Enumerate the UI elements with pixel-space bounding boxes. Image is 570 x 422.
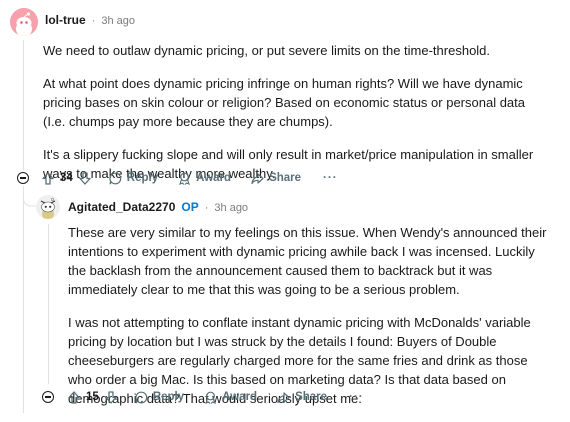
reply-button[interactable]: Reply [109,172,158,185]
downvote-icon[interactable] [79,171,91,185]
share-label: Share [295,391,328,403]
snoo-avatar-icon [36,195,60,219]
share-button[interactable]: Share [277,391,327,404]
snoo-avatar-icon [10,8,38,36]
reply-label: Reply [126,172,159,184]
share-button[interactable]: Share [251,172,301,185]
award-button[interactable]: Award [204,391,257,404]
award-label: Award [222,391,258,403]
reply-icon [109,172,122,184]
comment-2-actions: 15 Reply Award Share ··· [42,389,364,405]
comment-timestamp[interactable]: 3h ago [214,202,248,214]
reply-icon [135,391,148,403]
share-icon [277,391,290,403]
comment-username[interactable]: Agitated_Data2270 [68,200,175,214]
thread-line [23,186,24,413]
reply-label: Reply [152,391,185,403]
more-label: ··· [349,391,364,403]
vote-count: 15 [86,391,99,403]
comment-paragraph: We need to outlaw dynamic pricing, or pu… [43,43,491,58]
award-icon [179,172,191,185]
vote-group: 34 [42,171,91,185]
upvote-icon[interactable] [68,390,80,404]
comment-username[interactable]: lol-true [45,13,86,27]
comment-1-header: lol-true · 3h ago [45,13,135,27]
avatar-lol-true[interactable] [10,8,38,36]
upvote-icon[interactable] [42,171,54,185]
comment-2-header: Agitated_Data2270 OP · 3h ago [68,200,248,214]
share-icon [251,172,264,184]
op-badge: OP [181,200,199,214]
more-options-icon[interactable]: ··· [323,172,338,184]
collapse-icon[interactable] [17,172,29,184]
comment-paragraph: At what point does dynamic pricing infri… [43,76,525,129]
comment-paragraph: These are very similar to my feelings on… [68,225,547,297]
thread-line[interactable] [48,224,49,384]
meta-separator: · [204,202,209,214]
more-options-icon[interactable]: ··· [349,391,364,403]
avatar-agitated-data2270[interactable] [36,195,60,219]
award-label: Award [196,172,232,184]
collapse-icon[interactable] [42,391,54,403]
reply-button[interactable]: Reply [135,391,184,404]
more-label: ··· [323,172,338,184]
meta-separator: · [91,15,96,27]
thread-connector [23,186,37,207]
downvote-icon[interactable] [105,390,117,404]
award-icon [205,391,217,404]
award-button[interactable]: Award [178,172,231,185]
comment-1-actions: 34 Reply Award Share ··· [17,170,338,186]
vote-count: 34 [60,172,73,184]
comment-timestamp[interactable]: 3h ago [101,15,135,27]
share-label: Share [269,172,302,184]
vote-group: 15 [68,390,117,404]
thread-line[interactable] [23,40,24,170]
